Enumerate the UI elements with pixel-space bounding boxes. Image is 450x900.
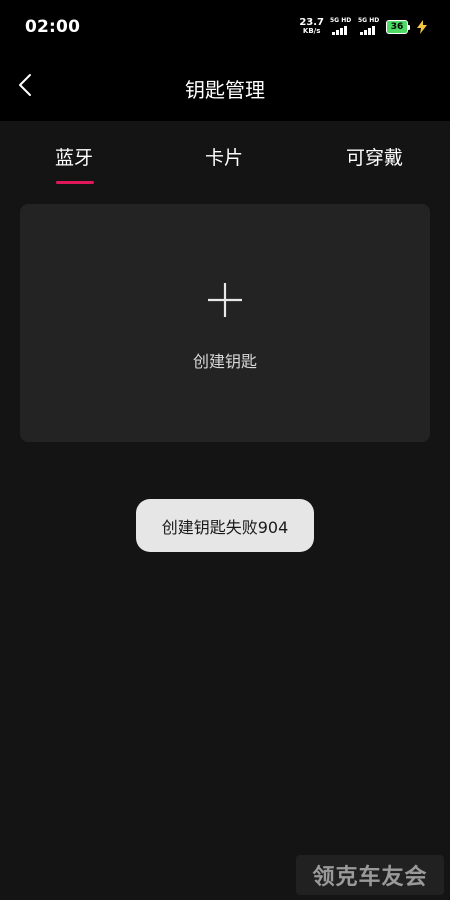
plus-icon: [208, 283, 242, 317]
tab-bluetooth[interactable]: 蓝牙: [55, 143, 93, 170]
header: 钥匙管理: [0, 60, 450, 116]
page-title: 钥匙管理: [185, 78, 265, 102]
active-tab-indicator: [56, 181, 94, 184]
watermark-logo: 领克车友会: [296, 855, 444, 895]
signal-1-label: 5G HD: [330, 17, 352, 24]
tab-bar: 蓝牙 卡片 可穿戴: [0, 121, 450, 191]
battery-icon: 36: [386, 20, 410, 34]
network-speed-value: 23.7: [299, 17, 324, 28]
lightning-icon: [417, 20, 427, 34]
top-bar: 02:00 23.7 KB/s 5G HD 5G HD 36 钥匙管理: [0, 0, 450, 121]
signal-2-label: 5G HD: [358, 17, 380, 24]
signal-1-icon: 5G HD: [330, 17, 352, 37]
error-toast: 创建钥匙失败904: [136, 499, 314, 552]
status-bar: 02:00 23.7 KB/s 5G HD 5G HD 36: [0, 0, 450, 56]
battery-level: 36: [386, 20, 408, 34]
network-speed-unit: KB/s: [302, 27, 321, 35]
network-speed: 23.7 KB/s: [299, 18, 324, 36]
status-time: 02:00: [25, 17, 81, 37]
create-key-card[interactable]: 创建钥匙: [20, 204, 430, 442]
tab-card[interactable]: 卡片: [205, 143, 243, 170]
create-key-label: 创建钥匙: [192, 352, 257, 371]
tab-wearable[interactable]: 可穿戴: [346, 143, 403, 170]
signal-2-icon: 5G HD: [358, 17, 380, 37]
status-indicators: 23.7 KB/s 5G HD 5G HD 36: [299, 16, 428, 38]
